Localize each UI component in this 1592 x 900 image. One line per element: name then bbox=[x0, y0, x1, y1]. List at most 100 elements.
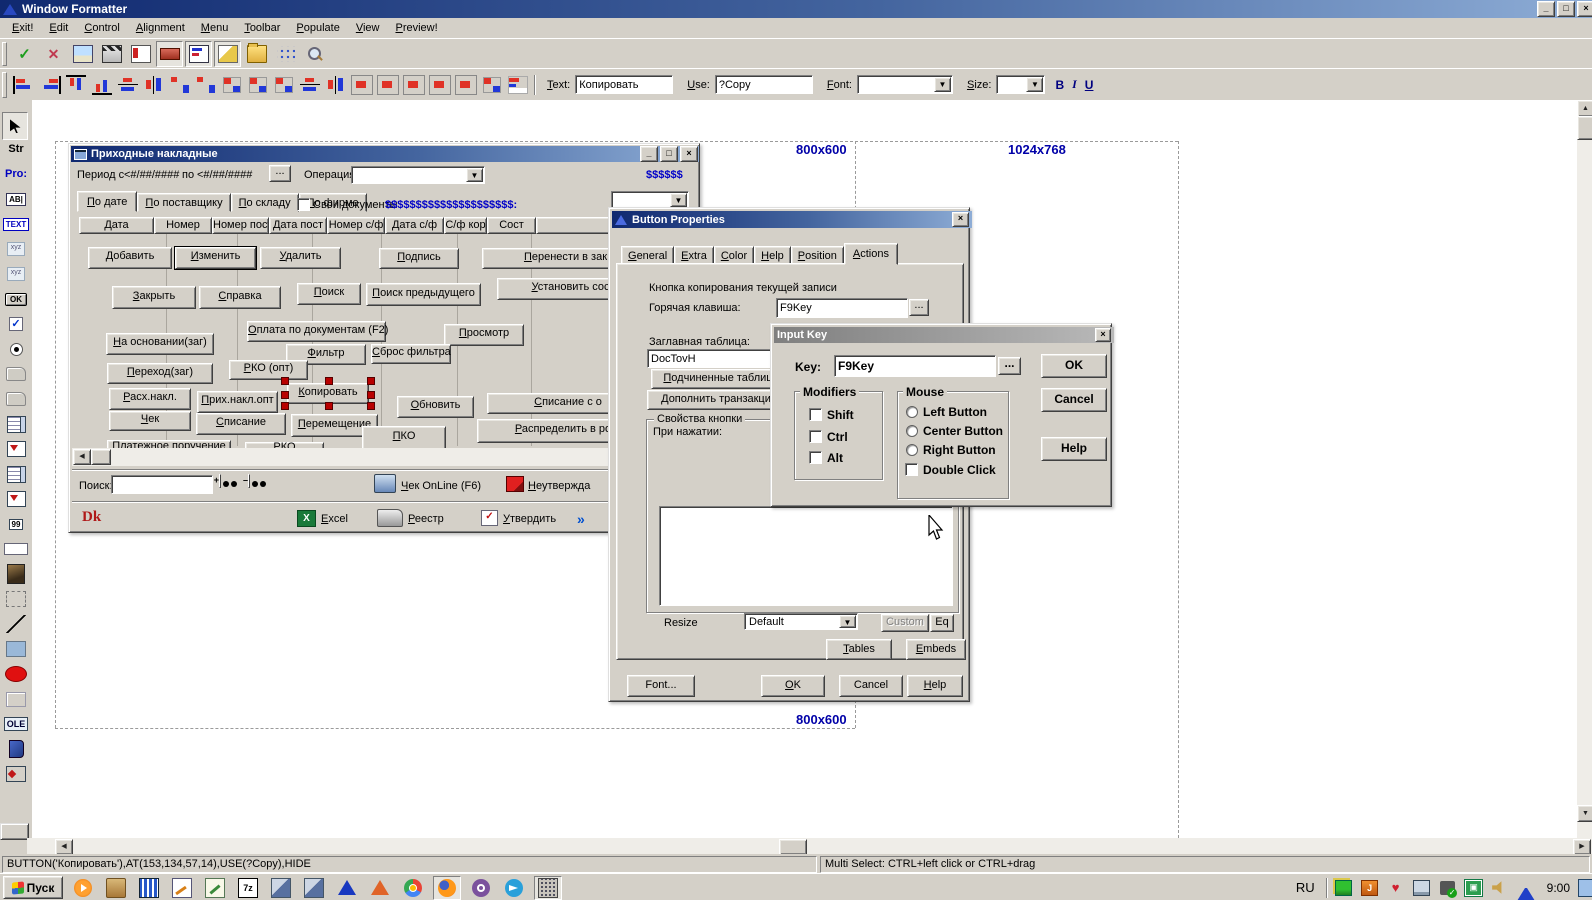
form-max-button[interactable]: □ bbox=[660, 146, 678, 162]
resize-combobox[interactable]: Default ▼ bbox=[744, 613, 858, 630]
pyramid-blue-icon-button[interactable] bbox=[334, 877, 360, 899]
network-laptop-icon-button[interactable] bbox=[1335, 880, 1353, 896]
entry-tool[interactable]: AB| bbox=[2, 187, 30, 211]
alt-checkbox[interactable] bbox=[809, 451, 822, 464]
hand-icon-button[interactable] bbox=[214, 41, 241, 67]
remote-green-icon-button[interactable]: ▣ bbox=[1465, 880, 1483, 896]
form-button-14[interactable]: Сброс фильтра bbox=[371, 344, 451, 364]
hotkey-more-button[interactable]: ... bbox=[909, 299, 929, 316]
space-vertical-icon-button[interactable] bbox=[167, 72, 193, 98]
plane-icon-button[interactable] bbox=[301, 877, 327, 899]
approve-link[interactable]: Утвердить bbox=[503, 513, 556, 525]
font-button[interactable]: Font... bbox=[627, 675, 695, 697]
check-online-link[interactable]: Чек OnLine (F6) bbox=[401, 480, 481, 492]
scroll-left-icon[interactable]: ◀ bbox=[73, 449, 91, 465]
explorer-folder-icon-button[interactable] bbox=[103, 877, 129, 899]
form-button-23[interactable]: Списание bbox=[196, 413, 286, 435]
form-button-25[interactable]: ПКО bbox=[362, 426, 446, 450]
tab-tool[interactable] bbox=[2, 362, 30, 386]
form-titlebar[interactable]: Приходные накладные _ □ × bbox=[71, 146, 700, 162]
app-vscrollbar[interactable]: ▲ ▼ bbox=[1577, 100, 1592, 838]
scroll-left-icon[interactable]: ◀ bbox=[55, 839, 73, 855]
chevron-down-icon[interactable]: ▼ bbox=[466, 168, 483, 182]
underline-button[interactable]: U bbox=[1085, 78, 1094, 92]
menu-alignment[interactable]: Alignment bbox=[128, 20, 193, 36]
double-click-checkbox[interactable] bbox=[905, 463, 918, 476]
column-header-4[interactable]: Номер с/ф bbox=[327, 217, 385, 234]
sheet-tool[interactable] bbox=[2, 387, 30, 411]
ole-tool[interactable]: OLE bbox=[2, 712, 30, 736]
zoom-icon-button[interactable] bbox=[301, 41, 328, 67]
resize-width-icon-button[interactable] bbox=[323, 72, 349, 98]
form-tab-0[interactable]: По дате bbox=[77, 191, 137, 212]
form-button-5[interactable]: Закрыть bbox=[112, 286, 196, 309]
maximize-button[interactable]: □ bbox=[1557, 1, 1575, 17]
plane-icon-button[interactable] bbox=[268, 877, 294, 899]
pair-mixed-icon-button[interactable] bbox=[271, 72, 297, 98]
form-button-22[interactable]: Чек bbox=[109, 411, 191, 431]
menu-exit[interactable]: Exit! bbox=[4, 20, 41, 36]
operation-combobox[interactable]: ▼ bbox=[351, 166, 485, 184]
own-docs-checkbox[interactable] bbox=[297, 198, 310, 211]
7zip-icon-button[interactable]: 7z bbox=[235, 877, 261, 899]
selection-handle-e[interactable] bbox=[367, 391, 375, 399]
pair-bottom-icon-button[interactable] bbox=[245, 72, 271, 98]
expand-top-icon-button[interactable] bbox=[401, 72, 427, 98]
left-button-radio[interactable] bbox=[906, 406, 918, 418]
props-titlebar[interactable]: Button Properties × bbox=[612, 211, 972, 228]
form-button-16[interactable]: РКО (опт) bbox=[229, 360, 308, 380]
subtables-button[interactable]: Подчиненные таблиц bbox=[651, 369, 785, 389]
scroll-down-icon[interactable]: ▼ bbox=[1577, 805, 1592, 822]
center-button-radio[interactable] bbox=[906, 425, 918, 437]
bold-button[interactable]: B bbox=[1055, 78, 1064, 92]
memo-tool[interactable]: xyz bbox=[2, 262, 30, 286]
report-icon-button[interactable] bbox=[127, 41, 154, 67]
hotkey-input[interactable] bbox=[777, 299, 907, 317]
column-header-3[interactable]: Дата пост bbox=[269, 217, 327, 234]
usb-ok-icon-button[interactable] bbox=[1439, 880, 1457, 896]
form-button-3[interactable]: Подпись bbox=[379, 248, 459, 269]
building-icon-button[interactable] bbox=[534, 876, 562, 900]
resize-height-icon-button[interactable] bbox=[297, 72, 323, 98]
props-close-icon[interactable]: × bbox=[952, 212, 969, 227]
form-button-12[interactable]: На основании(заг) bbox=[106, 333, 214, 355]
image-tool[interactable] bbox=[2, 562, 30, 586]
hscroll-thumb[interactable] bbox=[779, 839, 807, 855]
button-tool[interactable]: OK bbox=[2, 287, 30, 311]
order-icon-button[interactable] bbox=[505, 72, 531, 98]
chevron-down-icon[interactable]: ▼ bbox=[1026, 77, 1043, 92]
pyramid-orange-icon-button[interactable] bbox=[367, 877, 393, 899]
center-horizontal-icon-button[interactable] bbox=[115, 72, 141, 98]
swap-icon-button[interactable] bbox=[479, 72, 505, 98]
form-button-1[interactable]: Изменить bbox=[175, 247, 256, 269]
checkbox-tool[interactable]: ✓ bbox=[2, 312, 30, 336]
menu-edit[interactable]: Edit bbox=[41, 20, 76, 36]
menu-control[interactable]: Control bbox=[76, 20, 127, 36]
align-top-icon-button[interactable] bbox=[63, 72, 89, 98]
search-next-icon[interactable] bbox=[219, 474, 221, 488]
display-icon-button[interactable] bbox=[1413, 880, 1431, 896]
font-combobox[interactable]: ▼ bbox=[857, 75, 953, 94]
right-button-radio[interactable] bbox=[906, 444, 918, 456]
form-button-17[interactable]: Копировать bbox=[287, 383, 369, 404]
string-tool[interactable]: Str bbox=[2, 137, 30, 161]
telegram-icon-button[interactable] bbox=[501, 877, 527, 899]
selection-handle-nw[interactable] bbox=[281, 377, 289, 385]
head-table-input[interactable] bbox=[648, 350, 788, 367]
column-header-2[interactable]: Номер пост bbox=[212, 217, 269, 234]
designed-form-window[interactable]: Приходные накладные _ □ × Период с <#/##… bbox=[68, 143, 700, 533]
minimize-button[interactable]: _ bbox=[1537, 1, 1555, 17]
file-manager-icon-button[interactable] bbox=[136, 877, 162, 899]
panel-tool[interactable] bbox=[2, 687, 30, 711]
fields-icon-button[interactable] bbox=[185, 41, 212, 67]
ok-button[interactable]: OK bbox=[761, 675, 825, 697]
key-input[interactable] bbox=[835, 356, 995, 376]
align-left-icon-button[interactable] bbox=[11, 72, 37, 98]
antivirus-heart-icon-button[interactable]: ♥ bbox=[1387, 880, 1405, 896]
spin-tool[interactable]: 99 bbox=[2, 512, 30, 536]
input-key-close-icon[interactable]: × bbox=[1095, 328, 1111, 342]
column-header-6[interactable]: С/ф кор bbox=[444, 217, 487, 234]
toolbar-grip[interactable] bbox=[2, 42, 7, 66]
scroll-thumb[interactable] bbox=[91, 449, 111, 465]
region-tool[interactable] bbox=[2, 587, 30, 611]
